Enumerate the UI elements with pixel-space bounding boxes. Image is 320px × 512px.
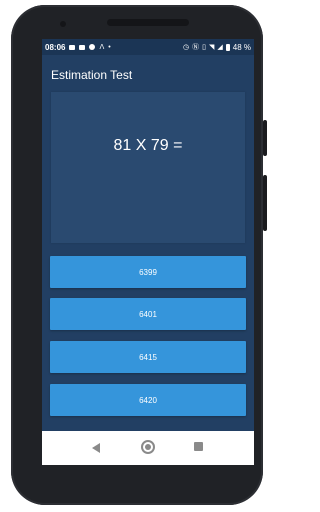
navigation-bar xyxy=(42,431,254,465)
mail-notification-icon xyxy=(79,44,86,50)
more-notifications-icon: • xyxy=(108,43,111,51)
app-bar: Estimation Test xyxy=(42,55,254,93)
status-time: 08:06 xyxy=(45,42,66,52)
answer-button-1[interactable]: 6399 xyxy=(50,256,246,288)
notification-icons: ᐱ • xyxy=(69,43,111,51)
battery-percent: 48 % xyxy=(232,42,251,52)
answer-button-4[interactable]: 6420 xyxy=(50,384,246,416)
app-title: Estimation Test xyxy=(51,68,133,82)
volume-button xyxy=(263,175,267,231)
front-camera xyxy=(60,21,66,27)
phone-frame: 08:06 ᐱ • ◷ Ⓝ ▯ ◥ ◢ 48 % Estimation Test xyxy=(11,5,263,505)
back-icon[interactable] xyxy=(92,443,100,453)
power-button xyxy=(263,120,267,156)
alarm-icon: ◷ xyxy=(183,43,190,51)
answer-button-3[interactable]: 6415 xyxy=(50,341,246,373)
signal-icon: ◢ xyxy=(217,43,223,51)
earpiece-speaker xyxy=(107,19,189,26)
status-bar: 08:06 ᐱ • ◷ Ⓝ ▯ ◥ ◢ 48 % xyxy=(42,39,254,55)
home-icon[interactable] xyxy=(141,440,155,454)
answer-button-2[interactable]: 6401 xyxy=(50,298,246,330)
image-notification-icon xyxy=(69,44,76,50)
app-screen: 08:06 ᐱ • ◷ Ⓝ ▯ ◥ ◢ 48 % Estimation Test xyxy=(42,39,254,465)
system-icons: ◷ Ⓝ ▯ ◥ ◢ 48 % xyxy=(183,43,251,52)
battery-icon xyxy=(225,43,230,51)
vibrate-icon: ▯ xyxy=(202,43,206,51)
flame-notification-icon: ᐱ xyxy=(99,43,105,51)
question-text: 81 X 79 = xyxy=(113,137,183,154)
nfc-icon: Ⓝ xyxy=(192,43,200,51)
recents-icon[interactable] xyxy=(194,442,203,451)
question-card: 81 X 79 = xyxy=(51,92,245,243)
wifi-icon: ◥ xyxy=(208,43,215,51)
circle-notification-icon xyxy=(89,44,96,50)
